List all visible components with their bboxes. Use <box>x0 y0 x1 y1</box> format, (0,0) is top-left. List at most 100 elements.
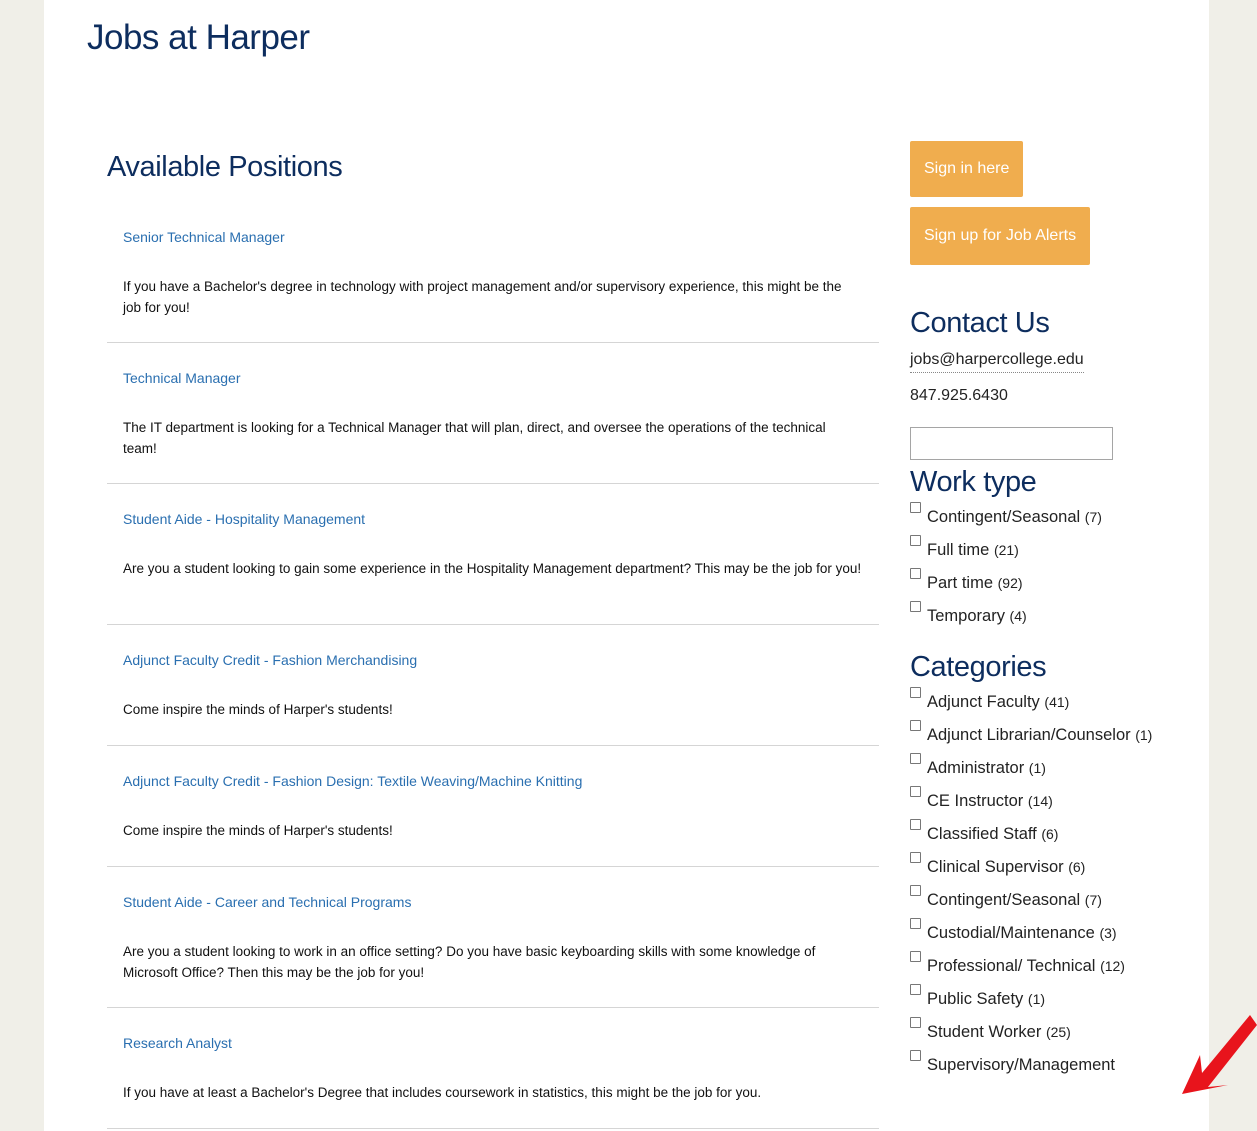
job-description: Are you a student looking to gain some e… <box>123 561 862 576</box>
option-label: CE Instructor <box>927 792 1024 810</box>
option-label: Custodial/Maintenance <box>927 924 1095 942</box>
checkbox[interactable] <box>910 951 921 962</box>
positions-section: Available Positions Senior Technical Man… <box>107 140 879 1129</box>
checkbox[interactable] <box>910 1017 921 1028</box>
category-option[interactable]: Professional/ Technical (12) <box>910 951 1160 979</box>
option-label: Part time <box>927 574 994 592</box>
category-option[interactable]: Adjunct Librarian/Counselor (1) <box>910 720 1160 748</box>
job-link[interactable]: Student Aide - Career and Technical Prog… <box>123 867 863 911</box>
option-label: Contingent/Seasonal <box>927 508 1081 526</box>
job-link[interactable]: Adjunct Faculty Credit - Fashion Merchan… <box>123 625 863 669</box>
work-type-option[interactable]: Contingent/Seasonal (7) <box>910 502 1160 530</box>
job-description: If you have a Bachelor's degree in techn… <box>123 279 842 315</box>
checkbox[interactable] <box>910 852 921 863</box>
category-option[interactable]: Classified Staff (6) <box>910 819 1160 847</box>
option-count: (41) <box>1044 694 1070 710</box>
option-count: (21) <box>993 542 1019 558</box>
option-count: (6) <box>1068 859 1086 875</box>
category-option[interactable]: Adjunct Faculty (41) <box>910 687 1160 715</box>
checkbox[interactable] <box>910 753 921 764</box>
option-count: (7) <box>1084 509 1102 525</box>
job-item: Student Aide - Hospitality Management Ar… <box>107 484 879 625</box>
option-label: Adjunct Faculty <box>927 693 1040 711</box>
job-link[interactable]: Adjunct Faculty Credit - Fashion Design:… <box>123 746 863 790</box>
job-link[interactable]: Student Aide - Hospitality Management <box>123 484 863 528</box>
category-option[interactable]: Custodial/Maintenance (3) <box>910 918 1160 946</box>
option-count: (1) <box>1028 760 1046 776</box>
category-option[interactable]: Supervisory/Management <box>910 1050 1160 1078</box>
checkbox[interactable] <box>910 786 921 797</box>
arrow-shape <box>1182 1015 1257 1094</box>
job-description: Come inspire the minds of Harper's stude… <box>123 823 393 838</box>
job-alerts-button[interactable]: Sign up for Job Alerts <box>910 207 1091 265</box>
checkbox[interactable] <box>910 502 921 513</box>
site-title: Jobs at Harper <box>87 18 310 57</box>
job-item: Research Analyst If you have at least a … <box>107 1008 879 1129</box>
search-input[interactable] <box>910 427 1113 460</box>
job-item: Senior Technical Manager If you have a B… <box>107 202 879 343</box>
job-link[interactable]: Technical Manager <box>123 343 863 387</box>
job-link[interactable]: Research Analyst <box>123 1008 863 1052</box>
work-type-option[interactable]: Full time (21) <box>910 535 1160 563</box>
option-count: (4) <box>1009 608 1027 624</box>
checkbox[interactable] <box>910 1050 921 1061</box>
contact-phone: 847.925.6430 <box>910 387 1008 404</box>
page-container: Jobs at Harper Available Positions Senio… <box>44 0 1209 1131</box>
categories-heading: Categories <box>910 651 1047 683</box>
checkbox[interactable] <box>910 984 921 995</box>
option-label: Classified Staff <box>927 825 1037 843</box>
job-description: The IT department is looking for a Techn… <box>123 420 826 456</box>
red-arrow-icon <box>1182 1015 1257 1094</box>
contact-email-link[interactable]: jobs@harpercollege.edu <box>910 351 1084 373</box>
option-count: (3) <box>1099 925 1117 941</box>
option-count: (92) <box>997 575 1023 591</box>
category-option[interactable]: Public Safety (1) <box>910 984 1160 1012</box>
option-count: (25) <box>1045 1024 1071 1040</box>
option-count: (6) <box>1041 826 1059 842</box>
work-type-option[interactable]: Temporary (4) <box>910 601 1160 629</box>
categories-filter-list: Adjunct Faculty (41) Adjunct Librarian/C… <box>910 687 1160 1078</box>
checkbox[interactable] <box>910 918 921 929</box>
job-item: Adjunct Faculty Credit - Fashion Merchan… <box>107 625 879 746</box>
category-option[interactable]: Student Worker (25) <box>910 1017 1160 1045</box>
sign-in-button[interactable]: Sign in here <box>910 141 1024 197</box>
checkbox[interactable] <box>910 535 921 546</box>
checkbox[interactable] <box>910 601 921 612</box>
option-label: Supervisory/Management <box>927 1056 1116 1074</box>
option-count: (7) <box>1084 892 1102 908</box>
option-count: (14) <box>1027 793 1053 809</box>
job-description: Are you a student looking to work in an … <box>123 944 816 980</box>
option-label: Adjunct Librarian/Counselor <box>927 726 1131 744</box>
job-item: Technical Manager The IT department is l… <box>107 343 879 484</box>
work-type-heading: Work type <box>910 466 1037 498</box>
category-option[interactable]: Contingent/Seasonal (7) <box>910 885 1160 913</box>
option-label: Clinical Supervisor <box>927 858 1064 876</box>
option-count: (12) <box>1100 958 1125 974</box>
checkbox[interactable] <box>910 687 921 698</box>
option-count: (1) <box>1027 991 1046 1007</box>
job-link[interactable]: Senior Technical Manager <box>123 202 863 246</box>
checkbox[interactable] <box>910 568 921 579</box>
option-label: Professional/ Technical <box>927 957 1096 975</box>
category-option[interactable]: Clinical Supervisor (6) <box>910 852 1160 880</box>
option-label: Contingent/Seasonal <box>927 891 1081 909</box>
job-item: Student Aide - Career and Technical Prog… <box>107 867 879 1008</box>
option-label: Student Worker <box>927 1023 1042 1041</box>
job-description: Come inspire the minds of Harper's stude… <box>123 702 393 717</box>
checkbox[interactable] <box>910 819 921 830</box>
sidebar: Sign in here Sign up for Job Alerts Cont… <box>910 141 1160 1083</box>
positions-heading: Available Positions <box>107 151 343 183</box>
job-description: If you have at least a Bachelor's Degree… <box>123 1085 762 1100</box>
checkbox[interactable] <box>910 885 921 896</box>
option-count: (1) <box>1135 727 1153 743</box>
option-label: Administrator <box>927 759 1025 777</box>
option-label: Full time <box>927 541 990 559</box>
category-option[interactable]: Administrator (1) <box>910 753 1160 781</box>
category-option[interactable]: CE Instructor (14) <box>910 786 1160 814</box>
work-type-option[interactable]: Part time (92) <box>910 568 1160 596</box>
option-label: Public Safety <box>927 990 1024 1008</box>
work-type-filter-list: Contingent/Seasonal (7) Full time (21) P… <box>910 502 1160 629</box>
checkbox[interactable] <box>910 720 921 731</box>
job-item: Adjunct Faculty Credit - Fashion Design:… <box>107 746 879 867</box>
contact-heading: Contact Us <box>910 307 1050 339</box>
